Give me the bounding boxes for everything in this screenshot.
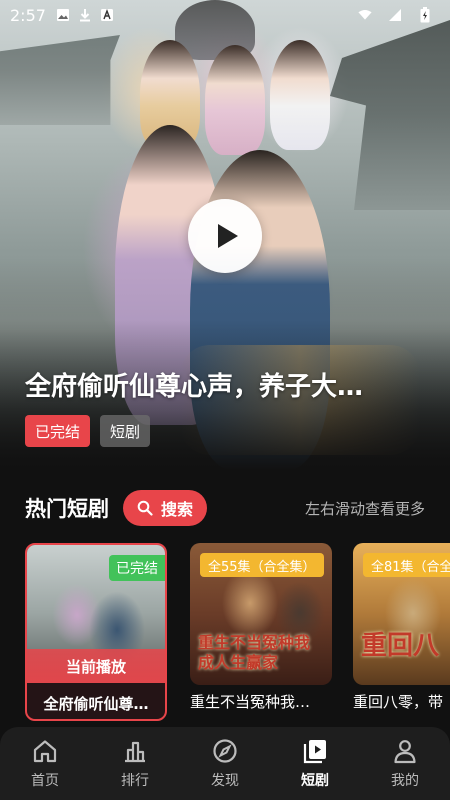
image-icon xyxy=(56,8,70,22)
swipe-hint: 左右滑动查看更多 xyxy=(304,499,425,518)
drama-card[interactable]: 已完结 当前播放 全府偷听仙尊… xyxy=(25,543,167,721)
status-bar: 2:57 xyxy=(0,0,450,30)
play-icon xyxy=(218,224,238,248)
nav-label: 短剧 xyxy=(301,772,329,789)
nav-label: 排行 xyxy=(121,772,149,789)
drama-poster: 全55集（合全集） 重生不当冤种我成人生赢家 xyxy=(190,543,332,685)
home-icon xyxy=(33,739,57,762)
nav-item-profile[interactable]: 我的 xyxy=(360,727,450,800)
play-box-icon xyxy=(303,739,326,763)
search-icon xyxy=(137,500,153,516)
nav-label: 发现 xyxy=(211,772,239,789)
nav-item-home[interactable]: 首页 xyxy=(0,727,90,800)
nav-item-ranking[interactable]: 排行 xyxy=(90,727,180,800)
wifi-icon xyxy=(358,8,372,22)
now-playing-label: 当前播放 xyxy=(27,649,165,683)
search-button-label: 搜索 xyxy=(161,500,194,519)
battery-icon xyxy=(418,7,432,23)
hero-tags: 已完结 短剧 xyxy=(25,415,151,447)
drama-card-title: 重生不当冤种我… xyxy=(190,693,311,711)
drama-card-title: 重回八零，带 xyxy=(353,693,444,711)
drama-card[interactable]: 全81集（合全集） 重回八 重回八零，带 xyxy=(353,543,450,721)
download-icon xyxy=(78,8,92,22)
status-time: 2:57 xyxy=(10,5,46,25)
nav-label: 我的 xyxy=(391,772,419,789)
compass-icon xyxy=(213,738,237,763)
user-icon xyxy=(394,739,416,763)
category-tag: 短剧 xyxy=(100,415,151,447)
section-header: 热门短剧 搜索 左右滑动查看更多 xyxy=(0,486,450,530)
nav-label: 首页 xyxy=(31,772,59,789)
nav-item-discover[interactable]: 发现 xyxy=(180,727,270,800)
status-tag: 已完结 xyxy=(25,415,91,447)
play-button[interactable] xyxy=(188,199,262,273)
poster-title-art: 重生不当冤种我成人生赢家 xyxy=(198,633,311,672)
drama-poster: 全81集（合全集） 重回八 xyxy=(353,543,450,685)
hero-title[interactable]: 全府偷听仙尊心声，养子大… xyxy=(25,366,425,403)
character-figure xyxy=(270,40,330,150)
drama-carousel[interactable]: 已完结 当前播放 全府偷听仙尊… 全55集（合全集） 重生不当冤种我成人生赢家 … xyxy=(25,543,450,723)
drama-card[interactable]: 全55集（合全集） 重生不当冤种我成人生赢家 重生不当冤种我… xyxy=(190,543,332,721)
drama-card-title: 全府偷听仙尊… xyxy=(43,695,149,713)
status-right-group xyxy=(358,7,440,23)
search-button[interactable]: 搜索 xyxy=(123,490,208,526)
episode-badge: 全81集（合全集） xyxy=(363,553,450,577)
chart-icon xyxy=(125,741,145,762)
nav-item-short-drama[interactable]: 短剧 xyxy=(270,727,360,800)
pavilion-right-decoration xyxy=(330,20,450,210)
a-icon xyxy=(100,8,114,22)
bottom-nav: 首页 排行 发现 短剧 我的 xyxy=(0,727,450,800)
signal-icon xyxy=(388,8,402,22)
character-figure xyxy=(205,45,265,155)
completed-badge: 已完结 xyxy=(109,555,165,581)
poster-title-art: 重回八 xyxy=(361,631,440,661)
episode-badge: 全55集（合全集） xyxy=(200,553,324,577)
section-title: 热门短剧 xyxy=(25,497,109,521)
pavilion-left-decoration xyxy=(0,35,120,125)
